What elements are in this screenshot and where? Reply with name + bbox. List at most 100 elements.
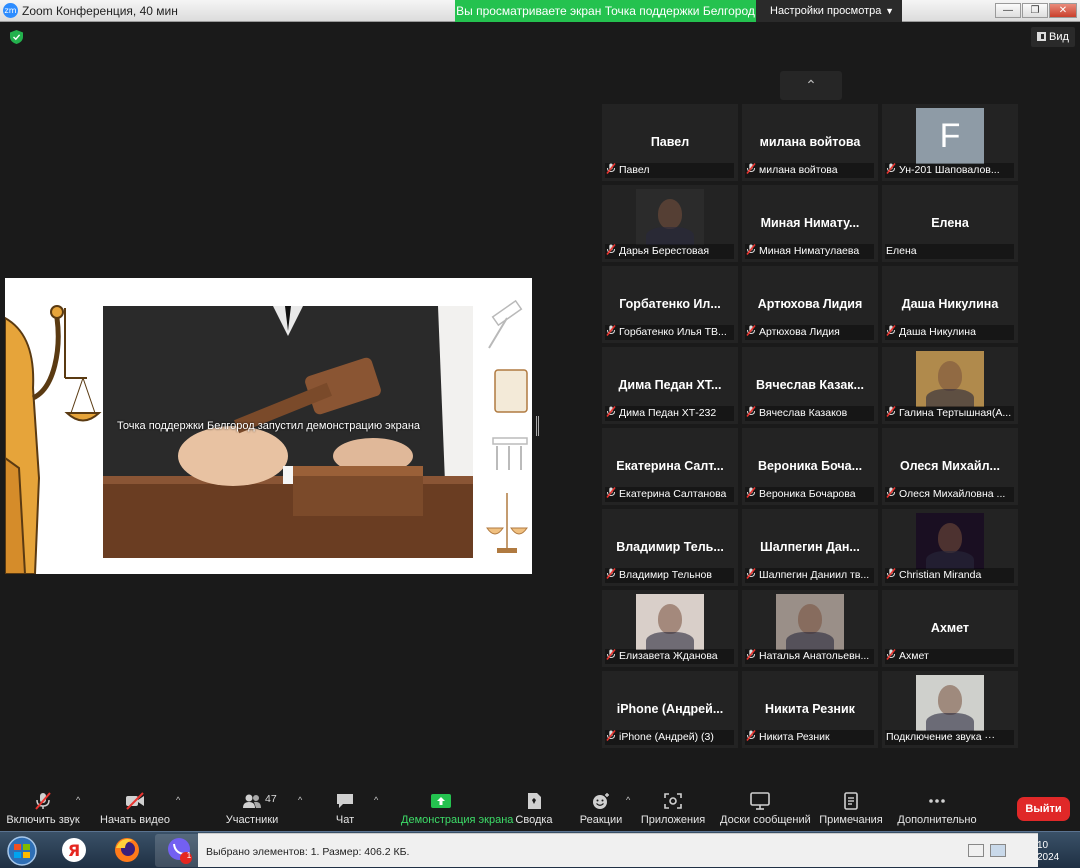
share-screen-button[interactable]: Демонстрация экрана xyxy=(401,785,513,831)
participant-video-thumbnail xyxy=(916,351,984,407)
legal-icons-illustration xyxy=(481,278,532,574)
whiteboards-label: Доски сообщений xyxy=(720,814,811,826)
microphone-muted-icon xyxy=(886,325,899,340)
title-bar: zm Zoom Конференция, 40 мин Вы просматри… xyxy=(0,0,1080,22)
view-label: Вид xyxy=(1049,31,1069,43)
microphone-muted-icon xyxy=(606,730,619,745)
chat-button[interactable]: Чат xyxy=(325,785,365,831)
whiteboards-button[interactable]: Доски сообщений xyxy=(720,785,811,831)
participant-tile[interactable]: Горбатенко Ил... Горбатенко Илья ТВ... xyxy=(602,266,738,343)
participant-tile[interactable]: Подключение звука ··· xyxy=(882,671,1018,748)
person-body xyxy=(926,389,974,407)
participant-tile[interactable]: F Ун-201 Шаповалов... xyxy=(882,104,1018,181)
participant-tile[interactable]: милана войтова милана войтова xyxy=(742,104,878,181)
system-clock[interactable]: 10 2024 xyxy=(1037,840,1077,864)
participant-display-name: Даша Никулина xyxy=(901,297,999,311)
close-button[interactable]: ✕ xyxy=(1049,3,1077,18)
participant-avatar-letter: F xyxy=(916,108,984,164)
reactions-options-caret[interactable]: ^ xyxy=(620,785,632,831)
unmute-button[interactable]: Включить звук xyxy=(6,785,80,831)
participant-name-label: Ун-201 Шаповалов... xyxy=(885,163,1014,178)
microphone-muted-icon xyxy=(746,244,759,259)
participant-name-label: Галина Тертышная(А... xyxy=(885,406,1014,421)
start-video-label: Начать видео xyxy=(100,814,170,826)
view-settings-button[interactable]: Настройки просмотра ▼ xyxy=(756,0,902,22)
whiteboard-icon xyxy=(750,792,770,810)
participant-video-thumbnail xyxy=(916,675,984,731)
restore-button[interactable]: ❐ xyxy=(1022,3,1048,18)
tiles-view-icon[interactable] xyxy=(990,844,1006,857)
yandex-browser-icon: Я xyxy=(62,838,86,862)
microphone-muted-icon xyxy=(746,487,759,502)
windows-start-icon[interactable] xyxy=(3,835,41,867)
participant-tile[interactable]: Ахмет Ахмет xyxy=(882,590,1018,667)
summary-button[interactable]: Сводка xyxy=(514,785,554,831)
microphone-muted-icon xyxy=(746,406,759,421)
minimize-button[interactable]: — xyxy=(995,3,1021,18)
participant-tile[interactable]: Владимир Тель... Владимир Тельнов xyxy=(602,509,738,586)
taskbar-firefox[interactable] xyxy=(103,834,151,867)
participant-tile[interactable]: Павел Павел xyxy=(602,104,738,181)
participant-tile[interactable]: Даша Никулина Даша Никулина xyxy=(882,266,1018,343)
microphone-muted-icon xyxy=(606,163,619,178)
audio-options-caret[interactable]: ^ xyxy=(70,785,82,831)
participant-video-thumbnail xyxy=(776,594,844,650)
participant-name: Вячеслав Казаков xyxy=(759,407,848,419)
clock-line-2: 2024 xyxy=(1037,852,1060,863)
participant-tile[interactable]: Вячеслав Казак... Вячеслав Казаков xyxy=(742,347,878,424)
notes-button[interactable]: Примечания xyxy=(819,785,883,831)
participant-name-label: Никита Резник xyxy=(745,730,874,745)
participant-tile[interactable]: Дима Педан ХТ... Дима Педан ХТ-232 xyxy=(602,347,738,424)
participant-tile[interactable]: Галина Тертышная(А... xyxy=(882,347,1018,424)
participants-button[interactable]: 47 Участники xyxy=(226,785,279,831)
share-screen-label: Демонстрация экрана xyxy=(401,814,514,826)
participant-tile[interactable]: Олеся Михайл... Олеся Михайловна ... xyxy=(882,428,1018,505)
participant-tile[interactable]: Елена Елена xyxy=(882,185,1018,262)
participant-tile[interactable]: Вероника Боча... Вероника Бочарова xyxy=(742,428,878,505)
chat-options-caret[interactable]: ^ xyxy=(368,785,380,831)
taskbar-yandex[interactable]: Я xyxy=(50,834,98,867)
split-resize-handle[interactable] xyxy=(536,416,539,436)
participant-name-label: Даша Никулина xyxy=(885,325,1014,340)
more-button[interactable]: Дополнительно xyxy=(897,785,977,831)
participant-name-label: Шалпегин Даниил тв... xyxy=(745,568,874,583)
summary-icon xyxy=(528,793,541,809)
participant-tile[interactable]: Шалпегин Дан... Шалпегин Даниил тв... xyxy=(742,509,878,586)
participant-video-thumbnail xyxy=(916,513,984,569)
participants-options-caret[interactable]: ^ xyxy=(292,785,304,831)
microphone-muted-icon xyxy=(606,487,619,502)
participant-display-name: Никита Резник xyxy=(765,702,855,716)
participant-tile[interactable]: Christian Miranda xyxy=(882,509,1018,586)
participant-tile[interactable]: Екатерина Салт... Екатерина Салтанова xyxy=(602,428,738,505)
participant-name: Дарья Берестовая xyxy=(619,245,710,257)
details-view-icon[interactable] xyxy=(968,844,984,857)
video-options-caret[interactable]: ^ xyxy=(170,785,182,831)
participant-display-name: Миная Нимату... xyxy=(760,216,860,230)
explorer-status-bar: Выбрано элементов: 1. Размер: 406.2 КБ. xyxy=(198,833,1038,867)
participant-tile[interactable]: Артюхова Лидия Артюхова Лидия xyxy=(742,266,878,343)
svg-text:Я: Я xyxy=(68,841,80,860)
microphone-muted-icon xyxy=(746,163,759,178)
shield-icon[interactable] xyxy=(10,30,23,44)
taskbar-viber[interactable]: 1 xyxy=(155,834,203,867)
participant-name-label: Дарья Берестовая xyxy=(605,244,734,259)
participant-name: Елизавета Жданова xyxy=(619,650,718,662)
participant-tile[interactable]: Елизавета Жданова xyxy=(602,590,738,667)
participant-display-name: Шалпегин Дан... xyxy=(760,540,860,554)
notes-label: Примечания xyxy=(819,814,883,826)
start-video-button[interactable]: Начать видео xyxy=(100,785,170,831)
apps-button[interactable]: Приложения xyxy=(641,785,705,831)
gallery-page-up-button[interactable]: ⌃ xyxy=(780,71,842,100)
participant-tile[interactable]: Миная Нимату... Миная Ниматулаева xyxy=(742,185,878,262)
justice-statue-illustration xyxy=(5,278,105,574)
participant-name-label: Дима Педан ХТ-232 xyxy=(605,406,734,421)
notes-icon xyxy=(844,792,858,810)
view-button[interactable]: Вид xyxy=(1031,27,1075,47)
participant-display-name: Ахмет xyxy=(930,621,970,635)
reactions-button[interactable]: Реакции xyxy=(580,785,622,831)
participant-tile[interactable]: Дарья Берестовая xyxy=(602,185,738,262)
participant-tile[interactable]: iPhone (Андрей... iPhone (Андрей) (3) xyxy=(602,671,738,748)
participant-tile[interactable]: Никита Резник Никита Резник xyxy=(742,671,878,748)
leave-button[interactable]: Выйти xyxy=(1017,797,1070,821)
participant-tile[interactable]: Наталья Анатольевн... xyxy=(742,590,878,667)
